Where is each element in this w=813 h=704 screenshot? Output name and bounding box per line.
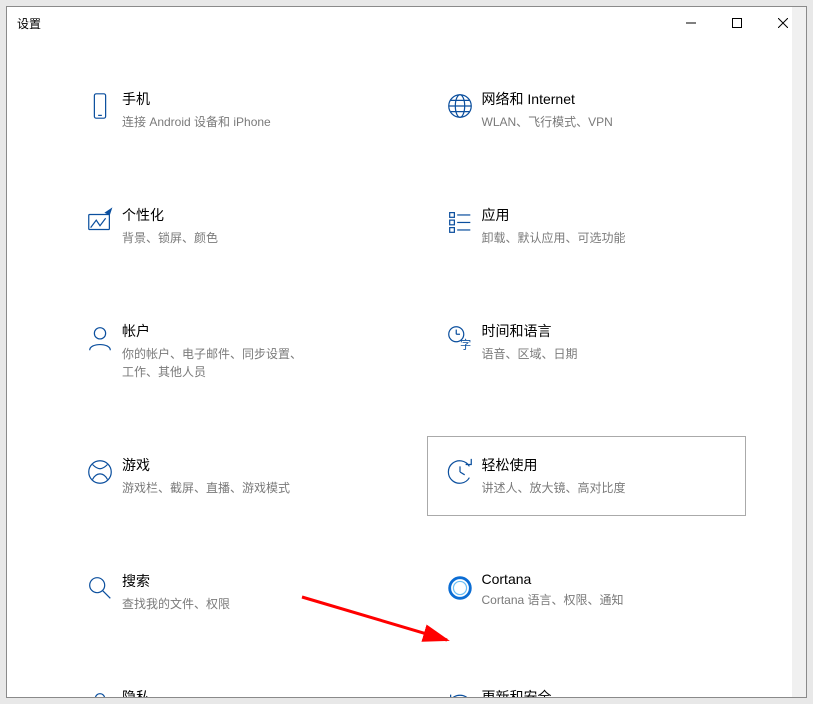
tile-title: Cortana [482,571,624,587]
cortana-icon [438,571,482,603]
tile-title: 搜索 [122,571,230,591]
tile-cortana[interactable]: Cortana Cortana 语言、权限、通知 [427,552,747,632]
tile-sub: 背景、锁屏、颜色 [122,229,218,247]
tile-sub: 讲述人、放大镜、高对比度 [482,479,626,497]
tile-privacy[interactable]: 隐私 位置、相机、麦克风 [67,668,387,697]
tile-sub: 游戏栏、截屏、直播、游戏模式 [122,479,290,497]
tile-accounts[interactable]: 帐户 你的帐户、电子邮件、同步设置、工作、其他人员 [67,302,387,400]
tile-apps[interactable]: 应用 卸载、默认应用、可选功能 [427,186,747,266]
lock-icon [78,687,122,697]
vertical-scrollbar[interactable] [792,7,806,697]
globe-icon [438,89,482,121]
window-title: 设置 [17,15,41,32]
tile-update-security[interactable]: 更新和安全 Windows 更新、恢复、备份 [427,668,747,697]
tile-gaming[interactable]: 游戏 游戏栏、截屏、直播、游戏模式 [67,436,387,516]
tile-sub: 卸载、默认应用、可选功能 [482,229,626,247]
tile-search[interactable]: 搜索 查找我的文件、权限 [67,552,387,632]
tile-title: 个性化 [122,205,218,225]
tile-sub: WLAN、飞行模式、VPN [482,113,613,131]
tile-title: 更新和安全 [482,687,630,697]
tile-sub: 查找我的文件、权限 [122,595,230,613]
tile-title: 游戏 [122,455,290,475]
time-language-icon: 字 [438,321,482,353]
xbox-icon [78,455,122,487]
paintbrush-icon [78,205,122,237]
tile-sub: 连接 Android 设备和 iPhone [122,113,271,131]
title-bar: 设置 [7,7,806,40]
svg-text:字: 字 [460,337,471,351]
apps-list-icon [438,205,482,237]
ease-of-access-icon [438,455,482,487]
tile-ease-of-access[interactable]: 轻松使用 讲述人、放大镜、高对比度 [427,436,747,516]
tile-grid: 手机 连接 Android 设备和 iPhone 网络和 Internet WL… [67,70,746,697]
phone-icon [78,89,122,121]
tile-sub: 语音、区域、日期 [482,345,578,363]
tile-personalization[interactable]: 个性化 背景、锁屏、颜色 [67,186,387,266]
tile-title: 轻松使用 [482,455,626,475]
window-controls [668,7,806,39]
tile-title: 网络和 Internet [482,89,613,109]
tile-title: 应用 [482,205,626,225]
tile-title: 隐私 [122,687,230,697]
tile-title: 手机 [122,89,271,109]
search-icon [78,571,122,603]
minimize-button[interactable] [668,7,714,39]
update-icon [438,687,482,697]
tile-time-language[interactable]: 字 时间和语言 语音、区域、日期 [427,302,747,400]
tile-sub: Cortana 语言、权限、通知 [482,591,624,609]
tile-title: 时间和语言 [482,321,578,341]
tile-phone[interactable]: 手机 连接 Android 设备和 iPhone [67,70,387,150]
tile-title: 帐户 [122,321,302,341]
settings-window: 设置 手机 连接 Android 设备和 iPhone [6,6,807,698]
person-icon [78,321,122,353]
maximize-button[interactable] [714,7,760,39]
content-area: 手机 连接 Android 设备和 iPhone 网络和 Internet WL… [7,40,806,697]
tile-sub: 你的帐户、电子邮件、同步设置、工作、其他人员 [122,345,302,381]
tile-network[interactable]: 网络和 Internet WLAN、飞行模式、VPN [427,70,747,150]
